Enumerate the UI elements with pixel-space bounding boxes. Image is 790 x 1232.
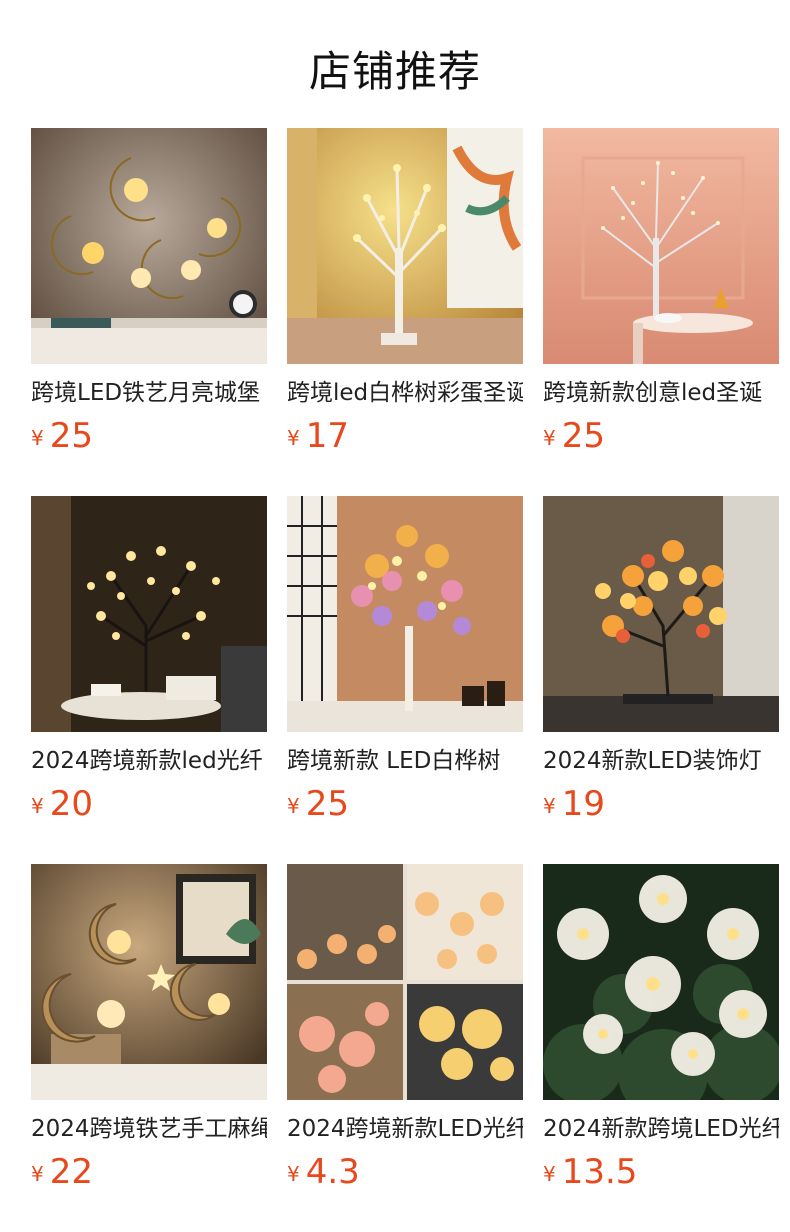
product-name[interactable]: 2024跨境新款led光纤 <box>31 746 267 776</box>
fiber-flower-lights-image[interactable] <box>543 864 779 1100</box>
currency-symbol: ¥ <box>31 794 44 818</box>
price-value: 20 <box>49 784 93 824</box>
price-value: 17 <box>305 416 349 456</box>
price-value: 19 <box>561 784 605 824</box>
product-name[interactable]: 跨境新款 LED白桦树 <box>287 746 523 776</box>
moon-star-lamp-image[interactable] <box>31 864 267 1100</box>
product-card-9[interactable]: 2024新款跨境LED光纤 ¥13.5 <box>543 864 779 1192</box>
product-price: ¥25 <box>287 784 523 824</box>
product-name[interactable]: 跨境LED铁艺月亮城堡 <box>31 378 267 408</box>
product-name[interactable]: 跨境led白桦树彩蛋圣诞 <box>287 378 523 408</box>
currency-symbol: ¥ <box>31 426 44 450</box>
price-value: 25 <box>305 784 349 824</box>
currency-symbol: ¥ <box>31 1162 44 1186</box>
product-card-3[interactable]: 跨境新款创意led圣诞 ¥25 <box>543 128 779 456</box>
product-price: ¥25 <box>543 416 779 456</box>
price-value: 25 <box>561 416 605 456</box>
product-price: ¥13.5 <box>543 1152 779 1192</box>
price-value: 13.5 <box>561 1152 638 1192</box>
rose-tree-lamp-image[interactable] <box>543 496 779 732</box>
blossom-tree-lamp-image[interactable] <box>31 496 267 732</box>
product-name[interactable]: 2024跨境新款LED光纤 <box>287 1114 523 1144</box>
product-price: ¥22 <box>31 1152 267 1192</box>
currency-symbol: ¥ <box>543 426 556 450</box>
flower-string-lights-image[interactable] <box>287 864 523 1100</box>
birch-tree-lamp-image[interactable] <box>287 128 523 364</box>
product-card-1[interactable]: 跨境LED铁艺月亮城堡 ¥25 <box>31 128 267 456</box>
silver-tree-lamp-image[interactable] <box>543 128 779 364</box>
product-card-5[interactable]: 跨境新款 LED白桦树 ¥25 <box>287 496 523 824</box>
product-name[interactable]: 2024新款LED装饰灯 <box>543 746 779 776</box>
price-value: 22 <box>49 1152 93 1192</box>
price-value: 4.3 <box>305 1152 360 1192</box>
product-card-6[interactable]: 2024新款LED装饰灯 ¥19 <box>543 496 779 824</box>
currency-symbol: ¥ <box>287 1162 300 1186</box>
product-price: ¥20 <box>31 784 267 824</box>
product-card-7[interactable]: 2024跨境铁艺手工麻绳 ¥22 <box>31 864 267 1192</box>
product-price: ¥4.3 <box>287 1152 523 1192</box>
currency-symbol: ¥ <box>543 794 556 818</box>
currency-symbol: ¥ <box>543 1162 556 1186</box>
product-card-2[interactable]: 跨境led白桦树彩蛋圣诞 ¥17 <box>287 128 523 456</box>
price-value: 25 <box>49 416 93 456</box>
product-card-8[interactable]: 2024跨境新款LED光纤 ¥4.3 <box>287 864 523 1192</box>
product-price: ¥25 <box>31 416 267 456</box>
product-card-4[interactable]: 2024跨境新款led光纤 ¥20 <box>31 496 267 824</box>
product-price: ¥19 <box>543 784 779 824</box>
currency-symbol: ¥ <box>287 794 300 818</box>
product-price: ¥17 <box>287 416 523 456</box>
moon-lamp-image[interactable] <box>31 128 267 364</box>
product-name[interactable]: 2024新款跨境LED光纤 <box>543 1114 779 1144</box>
product-name[interactable]: 2024跨境铁艺手工麻绳 <box>31 1114 267 1144</box>
section-title: 店铺推荐 <box>308 47 481 96</box>
product-name[interactable]: 跨境新款创意led圣诞 <box>543 378 779 408</box>
currency-symbol: ¥ <box>287 426 300 450</box>
colorful-birch-lamp-image[interactable] <box>287 496 523 732</box>
